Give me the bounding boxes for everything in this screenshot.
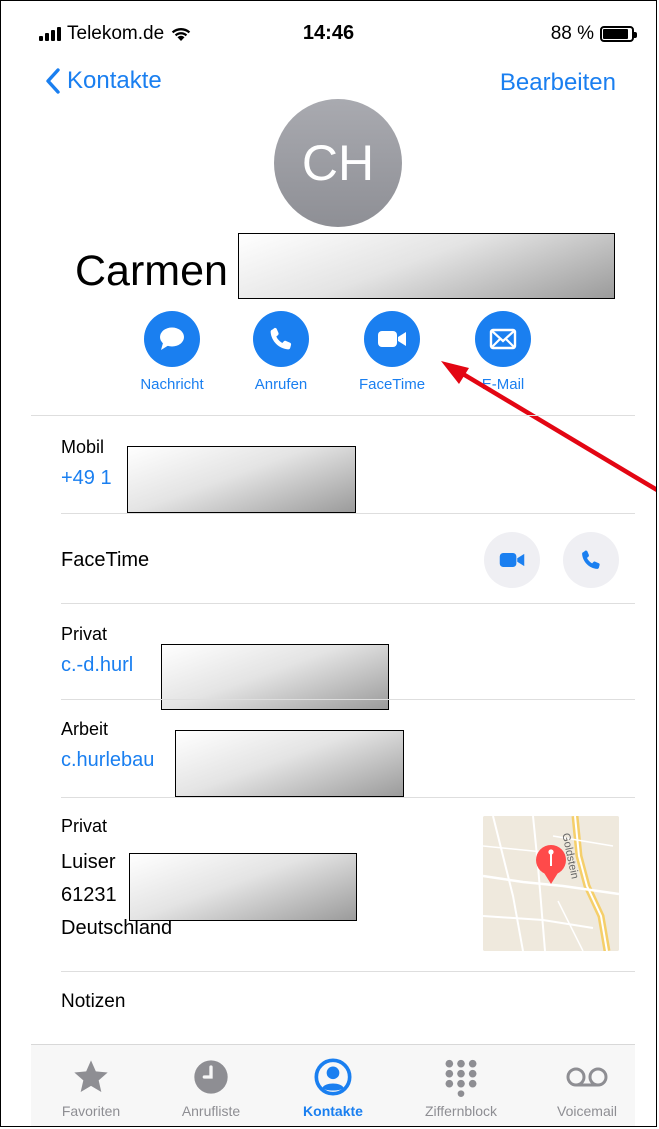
call-action-label: Anrufen [254, 376, 308, 393]
email-work-label: Arbeit [61, 719, 109, 739]
facetime-row-label: FaceTime [61, 549, 150, 571]
screenshot-frame: Telekom.de 14:46 88 % Kontakte Bearbeite… [0, 0, 657, 1127]
mobile-number[interactable]: +49 1 [61, 467, 112, 490]
facetime-video-button[interactable] [484, 532, 540, 588]
message-action-label: Nachricht [140, 376, 204, 393]
redaction-box-mobile [127, 446, 356, 513]
tab-ziffernblock[interactable]: Ziffernblock [401, 1045, 521, 1119]
facetime-audio-button[interactable] [563, 532, 619, 588]
tab-anrufliste-label: Anrufliste [181, 1103, 241, 1119]
mobile-label: Mobil [61, 437, 105, 457]
back-button[interactable]: Kontakte [45, 67, 162, 95]
edit-button[interactable]: Bearbeiten [500, 69, 616, 97]
map-streets [483, 816, 619, 951]
notes-label[interactable]: Notizen [61, 991, 125, 1013]
message-bubble-icon [144, 311, 200, 367]
star-icon [31, 1053, 151, 1101]
tab-voicemail-label: Voicemail [557, 1103, 617, 1119]
battery-icon [600, 26, 637, 42]
tab-favoriten[interactable]: Favoriten [31, 1045, 151, 1119]
video-camera-icon [499, 553, 525, 567]
divider-top [31, 415, 635, 416]
redaction-box-email-private [161, 644, 389, 710]
contact-first-name: Carmen [75, 247, 228, 295]
tab-kontakte-label: Kontakte [303, 1103, 363, 1119]
chevron-left-icon [46, 68, 60, 94]
tab-favoriten-label: Favoriten [61, 1103, 121, 1119]
divider-address [61, 971, 635, 972]
call-action-button[interactable]: Anrufen [226, 311, 336, 393]
back-label: Kontakte [67, 67, 162, 94]
navigation-bar: Kontakte Bearbeiten [1, 63, 656, 103]
tab-bar: Favoriten Anrufliste Kontakte Ziffernblo… [31, 1044, 635, 1126]
divider-mobile [61, 513, 635, 514]
keypad-icon [401, 1053, 521, 1101]
email-work-value[interactable]: c.hurlebau [61, 749, 154, 772]
email-private-label: Privat [61, 624, 108, 644]
message-action-button[interactable]: Nachricht [117, 311, 227, 393]
phone-icon [582, 550, 600, 569]
annotation-arrow [441, 361, 656, 492]
divider-facetime [61, 603, 635, 604]
email-private-value[interactable]: c.-d.hurl [61, 654, 133, 677]
voicemail-icon [527, 1053, 647, 1101]
divider-email-work [61, 797, 635, 798]
redaction-box-email-work [175, 730, 404, 797]
tab-kontakte[interactable]: Kontakte [273, 1045, 393, 1119]
divider-email-private [61, 699, 635, 700]
contact-avatar: CH [274, 99, 402, 227]
address-label: Privat [61, 816, 108, 836]
address-line2[interactable]: 61231 [61, 884, 117, 907]
redaction-box-address [129, 853, 357, 921]
person-circle-icon [273, 1053, 393, 1101]
phone-icon [253, 311, 309, 367]
video-camera-icon [364, 311, 420, 367]
tab-voicemail[interactable]: Voicemail [527, 1045, 647, 1119]
status-bar: Telekom.de 14:46 88 % [1, 1, 656, 63]
tab-ziffernblock-label: Ziffernblock [424, 1103, 498, 1119]
address-map-thumbnail[interactable]: Goldstein [483, 816, 619, 951]
battery-percent: 88 % [550, 23, 594, 44]
redaction-box-name [238, 233, 615, 299]
address-line1[interactable]: Luiser [61, 851, 115, 874]
battery-info: 88 % [550, 23, 637, 45]
tab-anrufliste[interactable]: Anrufliste [151, 1045, 271, 1119]
clock-icon [151, 1053, 271, 1101]
